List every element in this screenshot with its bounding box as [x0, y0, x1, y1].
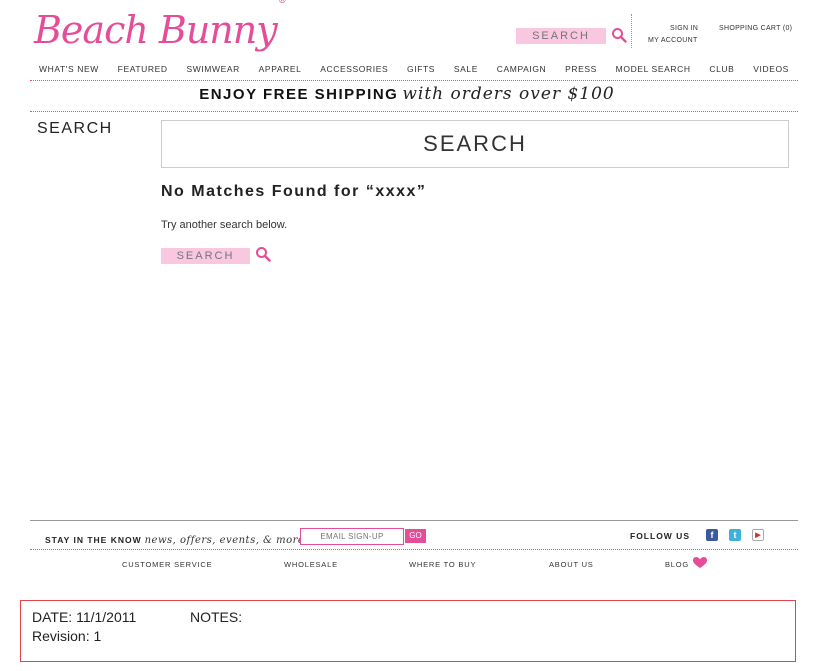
- nav-item-campaign[interactable]: CAMPAIGN: [497, 64, 547, 80]
- notes-box: [20, 600, 796, 662]
- sign-in-link[interactable]: SIGN IN: [670, 25, 698, 32]
- main-search-input[interactable]: [161, 120, 789, 168]
- shopping-cart-link[interactable]: SHOPPING CART (0): [719, 25, 792, 32]
- footer-link-customer-service[interactable]: CUSTOMER SERVICE: [122, 560, 212, 569]
- promo-script-text: with orders over $100: [402, 84, 615, 104]
- nav-item-press[interactable]: PRESS: [565, 64, 597, 80]
- nav-item-featured[interactable]: FEATURED: [118, 64, 168, 80]
- follow-us-label: FOLLOW US: [630, 531, 690, 541]
- nav-item-gifts[interactable]: GIFTS: [407, 64, 435, 80]
- header-search-input[interactable]: [516, 28, 606, 44]
- twitter-icon[interactable]: t: [729, 529, 741, 541]
- revision-text: Revision: 1: [32, 628, 102, 644]
- logo[interactable]: Beach Bunny ®: [34, 0, 287, 52]
- footer-link-blog[interactable]: BLOG: [665, 560, 689, 569]
- promo-divider: [30, 111, 798, 112]
- main-nav: WHAT'S NEW FEATURED SWIMWEAR APPAREL ACC…: [30, 64, 798, 80]
- heart-icon[interactable]: [693, 557, 707, 569]
- footer-divider: [30, 549, 798, 550]
- stay-in-the-know-label: STAY IN THE KNOW: [45, 535, 142, 545]
- promo-bold-text: ENJOY FREE SHIPPING: [199, 86, 399, 103]
- footer-link-wholesale[interactable]: WHOLESALE: [284, 560, 338, 569]
- nav-item-swimwear[interactable]: SWIMWEAR: [186, 64, 239, 80]
- go-button[interactable]: GO: [405, 529, 426, 543]
- footer-link-where-to-buy[interactable]: WHERE TO BUY: [409, 560, 476, 569]
- email-signup-input[interactable]: [300, 528, 404, 545]
- nav-item-apparel[interactable]: APPAREL: [259, 64, 302, 80]
- search-icon[interactable]: [255, 246, 271, 262]
- logo-text: Beach Bunny: [34, 8, 278, 52]
- stay-script-text: news, offers, events, & more: [144, 535, 305, 546]
- nav-item-whats-new[interactable]: WHAT'S NEW: [39, 64, 99, 80]
- search-icon[interactable]: [611, 27, 627, 43]
- date-text: DATE: 11/1/2011: [32, 609, 137, 625]
- no-matches-heading: No Matches Found for “xxxx”: [161, 183, 427, 200]
- sidebar-title: SEARCH: [37, 120, 113, 137]
- nav-item-videos[interactable]: VIDEOS: [753, 64, 789, 80]
- notes-label: NOTES:: [190, 609, 243, 625]
- facebook-icon[interactable]: f: [706, 529, 718, 541]
- nav-item-club[interactable]: CLUB: [709, 64, 734, 80]
- nav-item-accessories[interactable]: ACCESSORIES: [320, 64, 388, 80]
- try-again-text: Try another search below.: [161, 219, 288, 231]
- secondary-search-input[interactable]: [161, 248, 250, 264]
- footer-top-rule: [30, 520, 798, 521]
- youtube-icon[interactable]: ▶: [752, 529, 764, 541]
- footer-link-about-us[interactable]: ABOUT US: [549, 560, 594, 569]
- header-divider: [631, 14, 633, 48]
- nav-divider: [30, 80, 798, 81]
- nav-item-model-search[interactable]: MODEL SEARCH: [616, 64, 691, 80]
- logo-registered-mark: ®: [277, 0, 287, 6]
- my-account-link[interactable]: MY ACCOUNT: [648, 37, 698, 44]
- nav-item-sale[interactable]: SALE: [454, 64, 478, 80]
- newsletter-tagline: STAY IN THE KNOW news, offers, events, & …: [45, 530, 304, 548]
- promo-banner[interactable]: ENJOY FREE SHIPPING with orders over $100: [0, 84, 814, 104]
